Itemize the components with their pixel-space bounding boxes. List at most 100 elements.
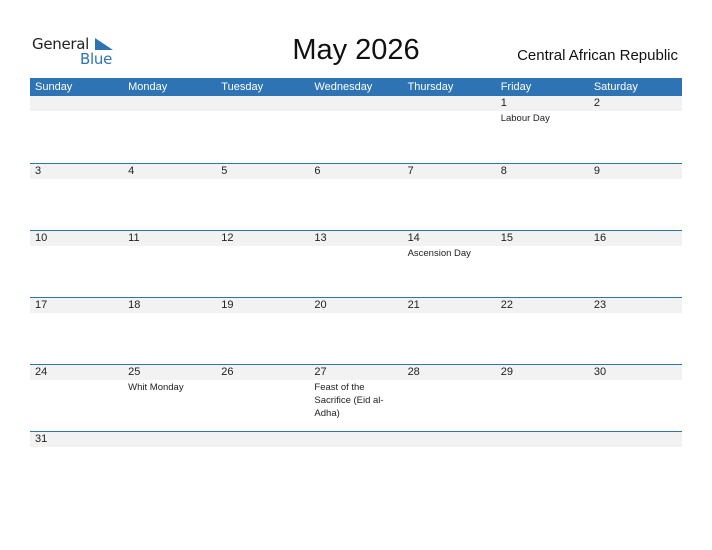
day-cell: 22 [496,298,589,313]
day-number: 30 [593,366,607,378]
day-number: 9 [593,165,600,177]
day-cell [309,96,402,125]
day-number [128,432,216,447]
week-row: 31 [30,431,682,472]
weekday-tuesday: Tuesday [221,81,264,93]
day-cell: 8 [496,164,589,179]
day-number: 19 [221,299,234,311]
day-cell: 29 [496,365,589,420]
day-cell [123,96,216,125]
day-cell: 31 [30,432,123,447]
day-number: 22 [500,299,513,311]
day-cell: 14 Ascension Day [403,231,496,260]
day-number [408,432,496,447]
day-number: 4 [128,165,135,177]
day-number: 25 [128,366,141,378]
holiday-label: Whit Monday [128,382,184,393]
day-number: 28 [407,366,420,378]
day-cell: 10 [30,231,123,260]
day-number: 1 [500,97,507,109]
weekday-sunday: Sunday [35,81,73,93]
weekday-saturday: Saturday [593,81,638,93]
day-cell: 11 [123,231,216,260]
day-number: 17 [35,299,48,311]
day-cell: 30 [589,365,682,420]
week-row: 1 Labour Day 2 [30,96,682,163]
day-cell: 16 [589,231,682,260]
day-number: 6 [314,165,321,177]
day-number: 16 [593,232,607,244]
day-number: 8 [500,165,507,177]
day-cell [216,432,309,447]
day-cell: 25 Whit Monday [123,365,216,420]
day-cell: 18 [123,298,216,313]
day-cell: 12 [216,231,309,260]
day-cell [403,432,496,447]
day-cell: 23 [589,298,682,313]
week-row: 24 25 Whit Monday 26 27 Feast of the Sacrific… [30,364,682,431]
day-cell: 5 [216,164,309,179]
day-cell: 24 [30,365,123,420]
day-cell [496,432,589,447]
holiday-label: Ascension Day [407,248,471,259]
day-cell: 7 [403,164,496,179]
day-number: 2 [593,97,600,109]
day-number: 27 [314,366,327,378]
day-number: 7 [407,165,414,177]
weekday-wednesday: Wednesday [314,81,373,93]
day-number: 24 [35,366,48,378]
day-cell [403,96,496,125]
day-cell: 19 [216,298,309,313]
country-name: Central African Republic [517,47,678,64]
day-number: 14 [407,232,420,244]
day-number [314,96,402,111]
day-cell: 17 [30,298,123,313]
holiday-label: Labour Day [500,113,550,124]
week-row: 10 11 12 13 14 Ascension Day 15 16 [30,230,682,297]
day-cell: 26 [216,365,309,420]
day-cell [309,432,402,447]
day-number: 20 [314,299,327,311]
day-number [221,96,309,111]
day-cell: 1 Labour Day [496,96,589,125]
weekday-thursday: Thursday [407,81,454,93]
day-cell: 27 Feast of the Sacrifice (Eid al-Adha) [309,365,402,420]
calendar-grid: Sunday Monday Tuesday Wednesday Thursday… [30,78,682,472]
day-cell [30,96,123,125]
day-cell: 3 [30,164,123,179]
day-cell [123,432,216,447]
weekday-friday: Friday [500,81,532,93]
day-number: 10 [35,232,48,244]
day-number [594,432,682,447]
day-number: 21 [407,299,420,311]
day-number [408,96,496,111]
day-number [128,96,216,111]
day-cell: 13 [309,231,402,260]
day-number: 12 [221,232,234,244]
weekday-monday: Monday [128,81,168,93]
week-row: 3 4 5 6 7 8 9 [30,163,682,230]
day-number: 15 [500,232,513,244]
day-number: 11 [128,232,140,244]
day-cell: 6 [309,164,402,179]
week-row: 17 18 19 20 21 22 23 [30,297,682,364]
day-number: 29 [500,366,513,378]
weeks-container: 1 Labour Day 2 3 4 5 6 7 8 9 10 11 12 13 14 Ascension D… [30,96,682,472]
day-cell: 4 [123,164,216,179]
day-cell: 15 [496,231,589,260]
day-cell: 2 [589,96,682,125]
day-cell: 21 [403,298,496,313]
day-number: 26 [221,366,234,378]
day-number: 5 [221,165,228,177]
day-number: 18 [128,299,141,311]
day-number [35,96,123,111]
day-cell [589,432,682,447]
day-cell [216,96,309,125]
day-number: 3 [35,165,42,177]
holiday-label: Feast of the Sacrifice (Eid al-Adha) [314,382,384,419]
weekday-header: Sunday Monday Tuesday Wednesday Thursday… [30,78,682,96]
day-number: 31 [35,433,48,445]
day-cell: 28 [403,365,496,420]
day-number [221,432,309,447]
day-cell: 9 [589,164,682,179]
